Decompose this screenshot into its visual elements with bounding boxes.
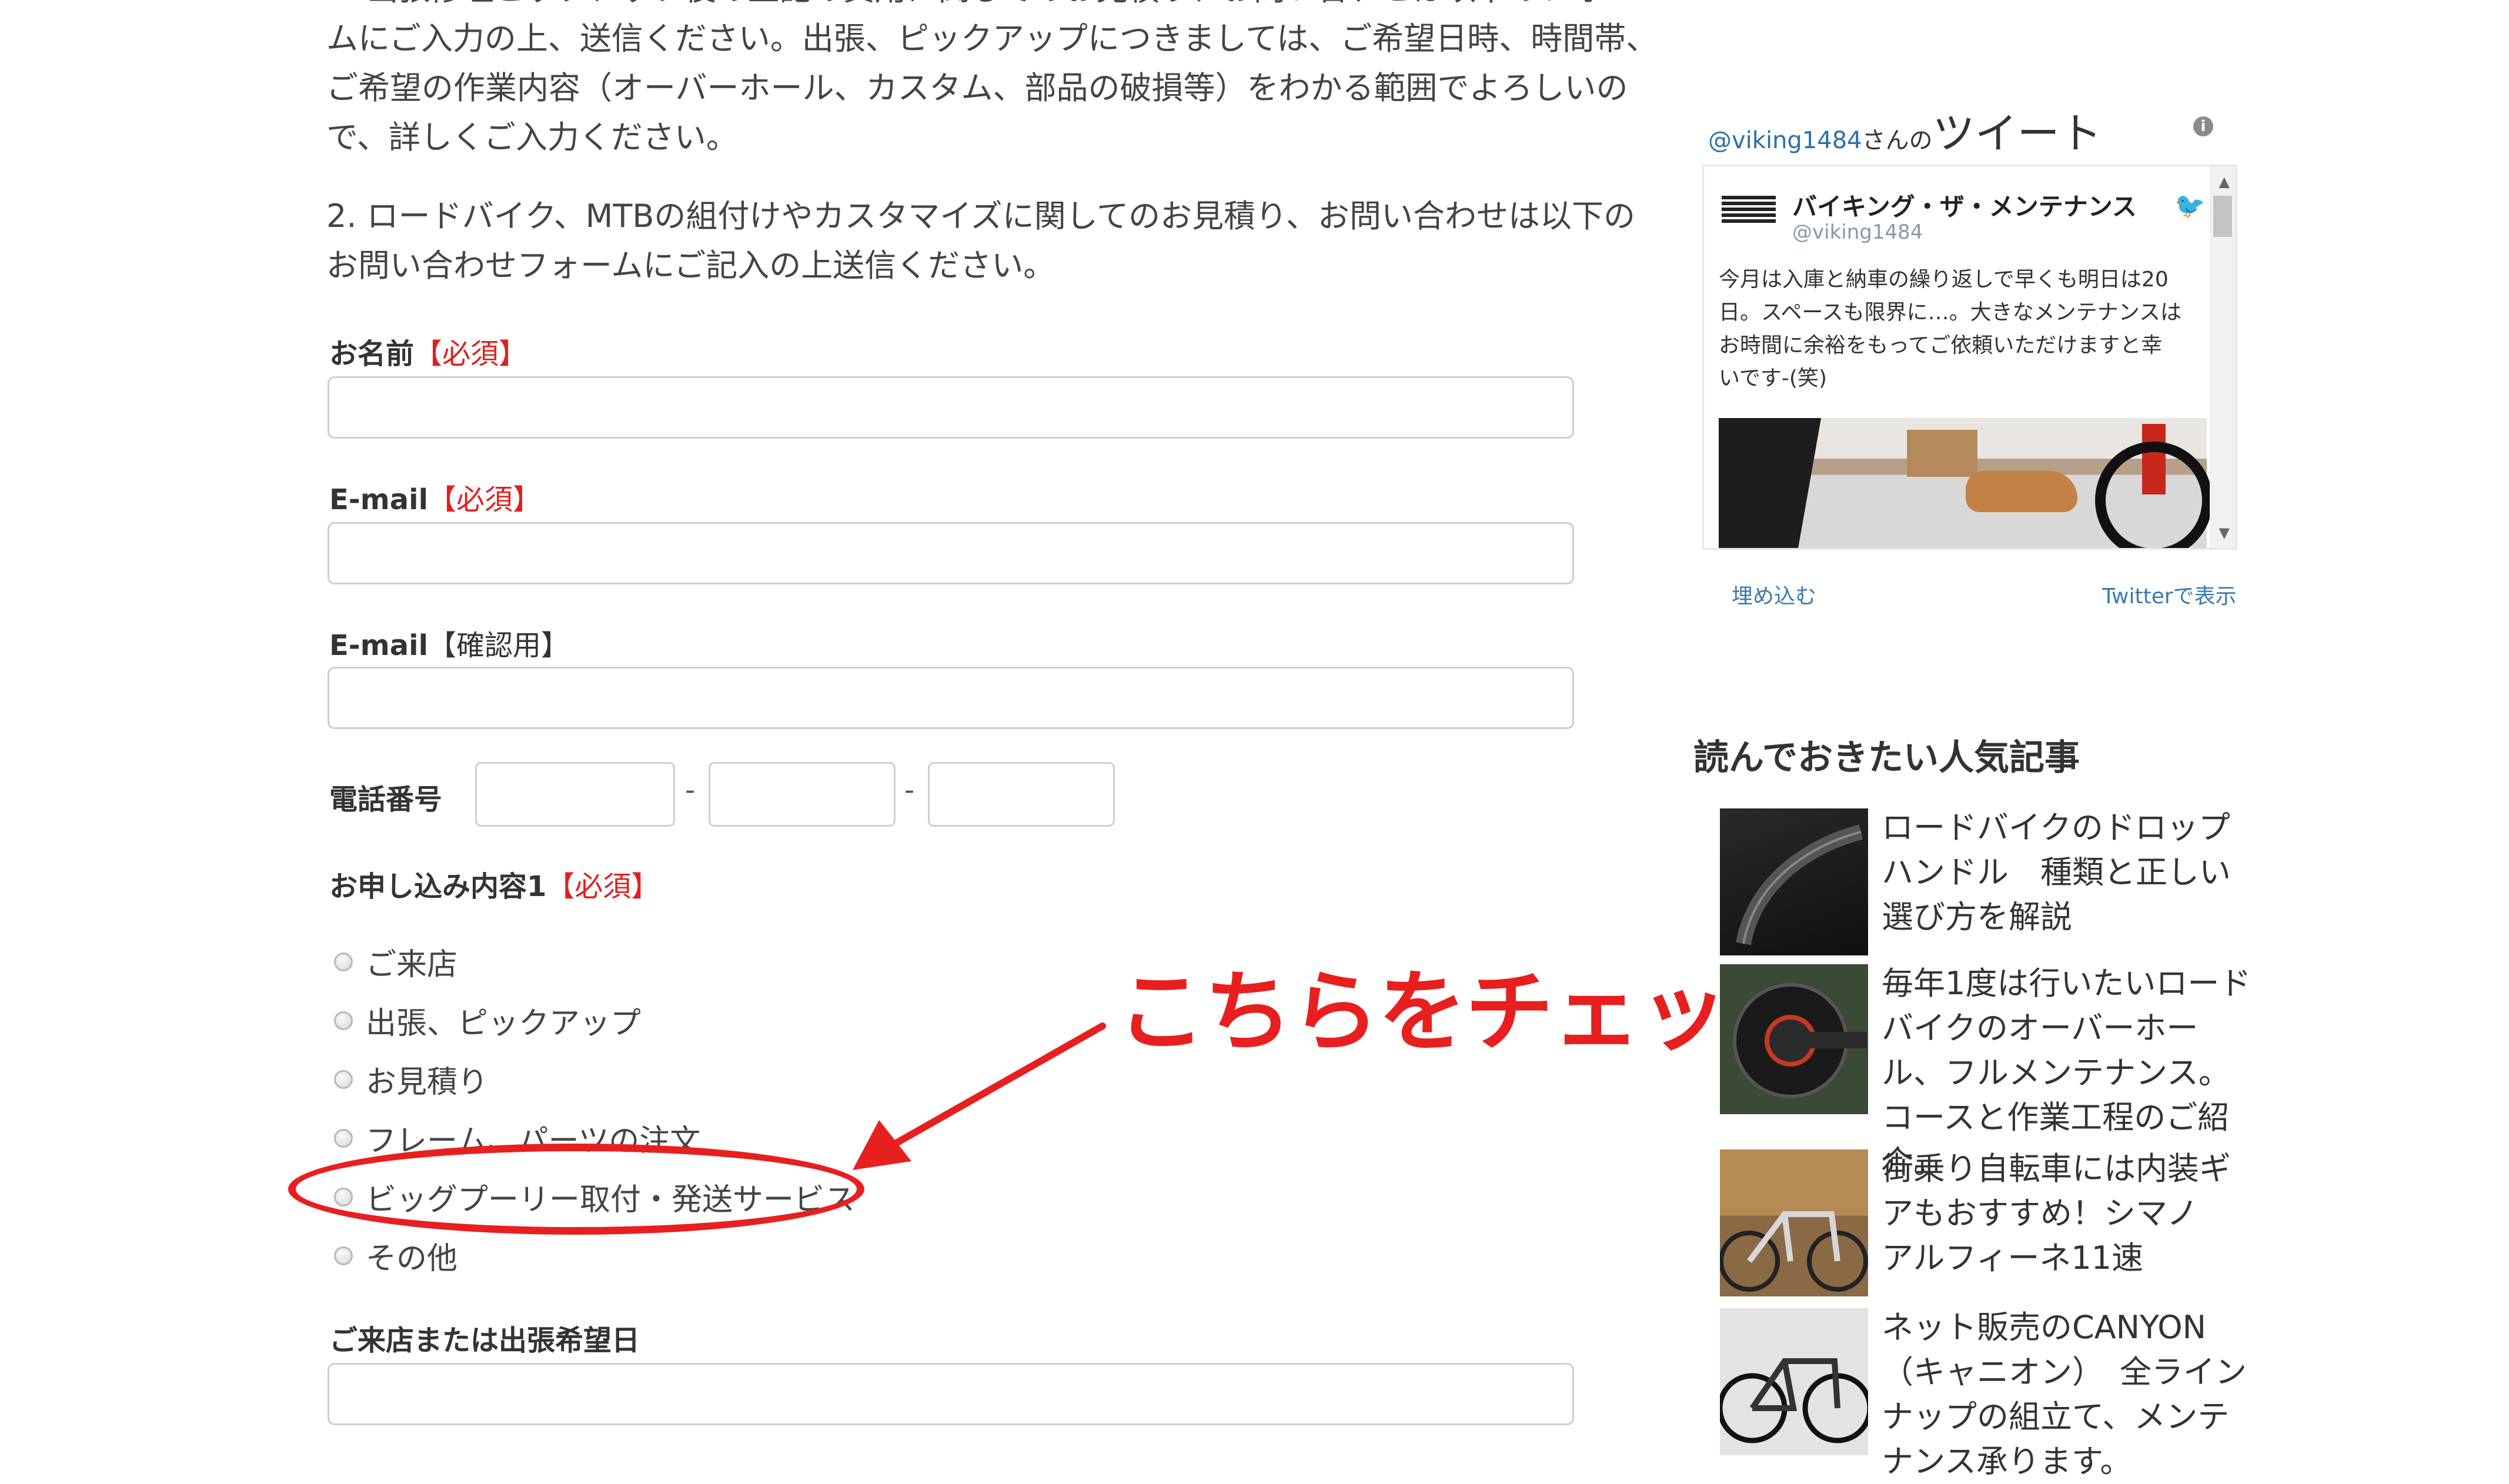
intro-line: ムにご入力の上、送信ください。出張、ピックアップにつきましては、ご希望日時、時間…: [326, 20, 1658, 57]
date-input[interactable]: [328, 1363, 1574, 1425]
phone-separator: -: [904, 774, 915, 807]
crankset-image: [1733, 983, 1867, 1098]
tweet-photo[interactable]: [1719, 418, 2213, 548]
account-logo[interactable]: [1722, 196, 1776, 223]
email-confirm-input[interactable]: [328, 667, 1574, 729]
twitter-widget-title: @viking1484さんのツイート: [1708, 99, 2102, 161]
required-tag: 【必須】: [428, 483, 542, 516]
phone-input-3[interactable]: [928, 762, 1115, 827]
name-label-text: お名前: [329, 337, 415, 370]
timeline-scrollbar[interactable]: ▲ ▼: [2210, 166, 2236, 548]
page: 1. 出張修理ピックアップ後の上記の費用に関してのお見積り、お問い合わせは以下の…: [0, 0, 2509, 1480]
account-name[interactable]: バイキング・ザ・メンテナンス: [1792, 187, 2137, 223]
scroll-up-icon[interactable]: ▲: [2219, 173, 2230, 190]
radio-option-other[interactable]: その他: [334, 1234, 457, 1278]
radio-label: ご来店: [366, 947, 458, 982]
twitter-title-handle[interactable]: @viking1484: [1708, 127, 1862, 154]
article-title[interactable]: 街乗り自転車には内装ギアもおすすめ！シマノ アルフィーネ11速: [1882, 1147, 2258, 1281]
account-handle[interactable]: @viking1484: [1792, 220, 1923, 244]
popular-articles-heading: 読んでおきたい人気記事: [1693, 737, 2080, 778]
scroll-thumb[interactable]: [2213, 196, 2232, 237]
radio-option-pickup[interactable]: 出張、ピックアップ: [334, 998, 641, 1042]
highlight-ellipse: [288, 1144, 864, 1235]
photo-saddle: [1966, 471, 2077, 512]
radio-button[interactable]: [334, 952, 353, 971]
tweet-text: 今月は入庫と納車の繰り返しで早くも明日は20日。スペースも限界に…。大きなメンテ…: [1719, 268, 2181, 390]
twitter-bird-icon[interactable]: 🐦: [2174, 191, 2205, 220]
article-title[interactable]: ネット販売のCANYON（キャニオン） 全ラインナップの組立て、メンテナンス承り…: [1882, 1305, 2258, 1484]
embed-link[interactable]: 埋め込む: [1732, 579, 1816, 610]
intro-line: で、詳しくご入力ください。: [326, 119, 738, 156]
radio-label: お見積り: [366, 1065, 489, 1100]
city-bike-image: [1720, 1211, 1868, 1292]
required-tag: 【必須】: [414, 337, 527, 370]
article-thumbnail[interactable]: [1720, 808, 1868, 955]
phone-input-1[interactable]: [475, 762, 675, 827]
photo-box: [1907, 430, 1977, 477]
twitter-timeline[interactable]: バイキング・ザ・メンテナンス @viking1484 🐦 今月は入庫と納車の繰り…: [1702, 165, 2237, 550]
phone-label: 電話番号: [329, 783, 443, 816]
date-label: ご来店または出張希望日: [329, 1324, 640, 1357]
view-on-twitter-link[interactable]: Twitterで表示: [2102, 579, 2237, 610]
handlebar-image: [1736, 824, 1863, 945]
twitter-title-main: ツイート: [1932, 109, 2102, 158]
confirm-tag: 【確認用】: [428, 629, 570, 662]
radio-button[interactable]: [334, 1069, 353, 1089]
info-icon[interactable]: i: [2193, 116, 2213, 136]
intro-line: お問い合わせフォームにご記入の上送信ください。: [326, 247, 1055, 284]
radio-button[interactable]: [334, 1128, 353, 1148]
request-label-text: お申し込み内容1: [329, 870, 547, 903]
road-bike-image: [1720, 1358, 1868, 1443]
radio-button[interactable]: [334, 1011, 353, 1030]
radio-option-visit[interactable]: ご来店: [334, 940, 457, 984]
photo-wheel: [2095, 442, 2213, 548]
intro-line: 2. ロードバイク、MTBの組付けやカスタマイズに関してのお見積り、お問い合わせ…: [326, 198, 1635, 235]
name-label: お名前【必須】: [329, 330, 527, 372]
name-input[interactable]: [328, 376, 1574, 439]
article-thumbnail[interactable]: [1720, 1149, 1868, 1296]
article-title[interactable]: ロードバイクのドロップハンドル 種類と正しい選び方を解説: [1882, 805, 2258, 940]
email-label: E-mail【必須】: [329, 476, 541, 517]
radio-button[interactable]: [334, 1246, 353, 1265]
article-thumbnail[interactable]: [1720, 964, 1868, 1114]
twitter-title-san: さんの: [1862, 127, 1933, 154]
required-tag: 【必須】: [546, 870, 660, 903]
intro-line: ご希望の作業内容（オーバーホール、カスタム、部品の破損等）をわかる範囲でよろしい…: [326, 69, 1628, 106]
intro-line: 1. 出張修理ピックアップ後の上記の費用に関してのお見積り、お問い合わせは以下の…: [326, 0, 1635, 14]
email-label-text: E-mail: [329, 483, 429, 516]
phone-input-2[interactable]: [709, 762, 896, 827]
intro-text: 1. 出張修理ピックアップ後の上記の費用に関してのお見積り、お問い合わせは以下の…: [326, 0, 1658, 320]
email-confirm-label: E-mail【確認用】: [329, 622, 569, 663]
radio-option-estimate[interactable]: お見積り: [334, 1057, 488, 1101]
scroll-down-icon[interactable]: ▼: [2219, 524, 2230, 541]
annotation-arrow: [853, 1022, 1106, 1170]
email-confirm-label-text: E-mail: [329, 629, 429, 662]
annotation-callout: こちらをチェック: [1117, 961, 1815, 1064]
radio-label: その他: [366, 1241, 458, 1276]
request-label: お申し込み内容1【必須】: [329, 863, 659, 904]
article-thumbnail[interactable]: [1720, 1308, 1868, 1455]
email-input[interactable]: [328, 522, 1574, 584]
phone-separator: -: [685, 774, 696, 807]
radio-label: 出張、ピックアップ: [366, 1006, 642, 1041]
